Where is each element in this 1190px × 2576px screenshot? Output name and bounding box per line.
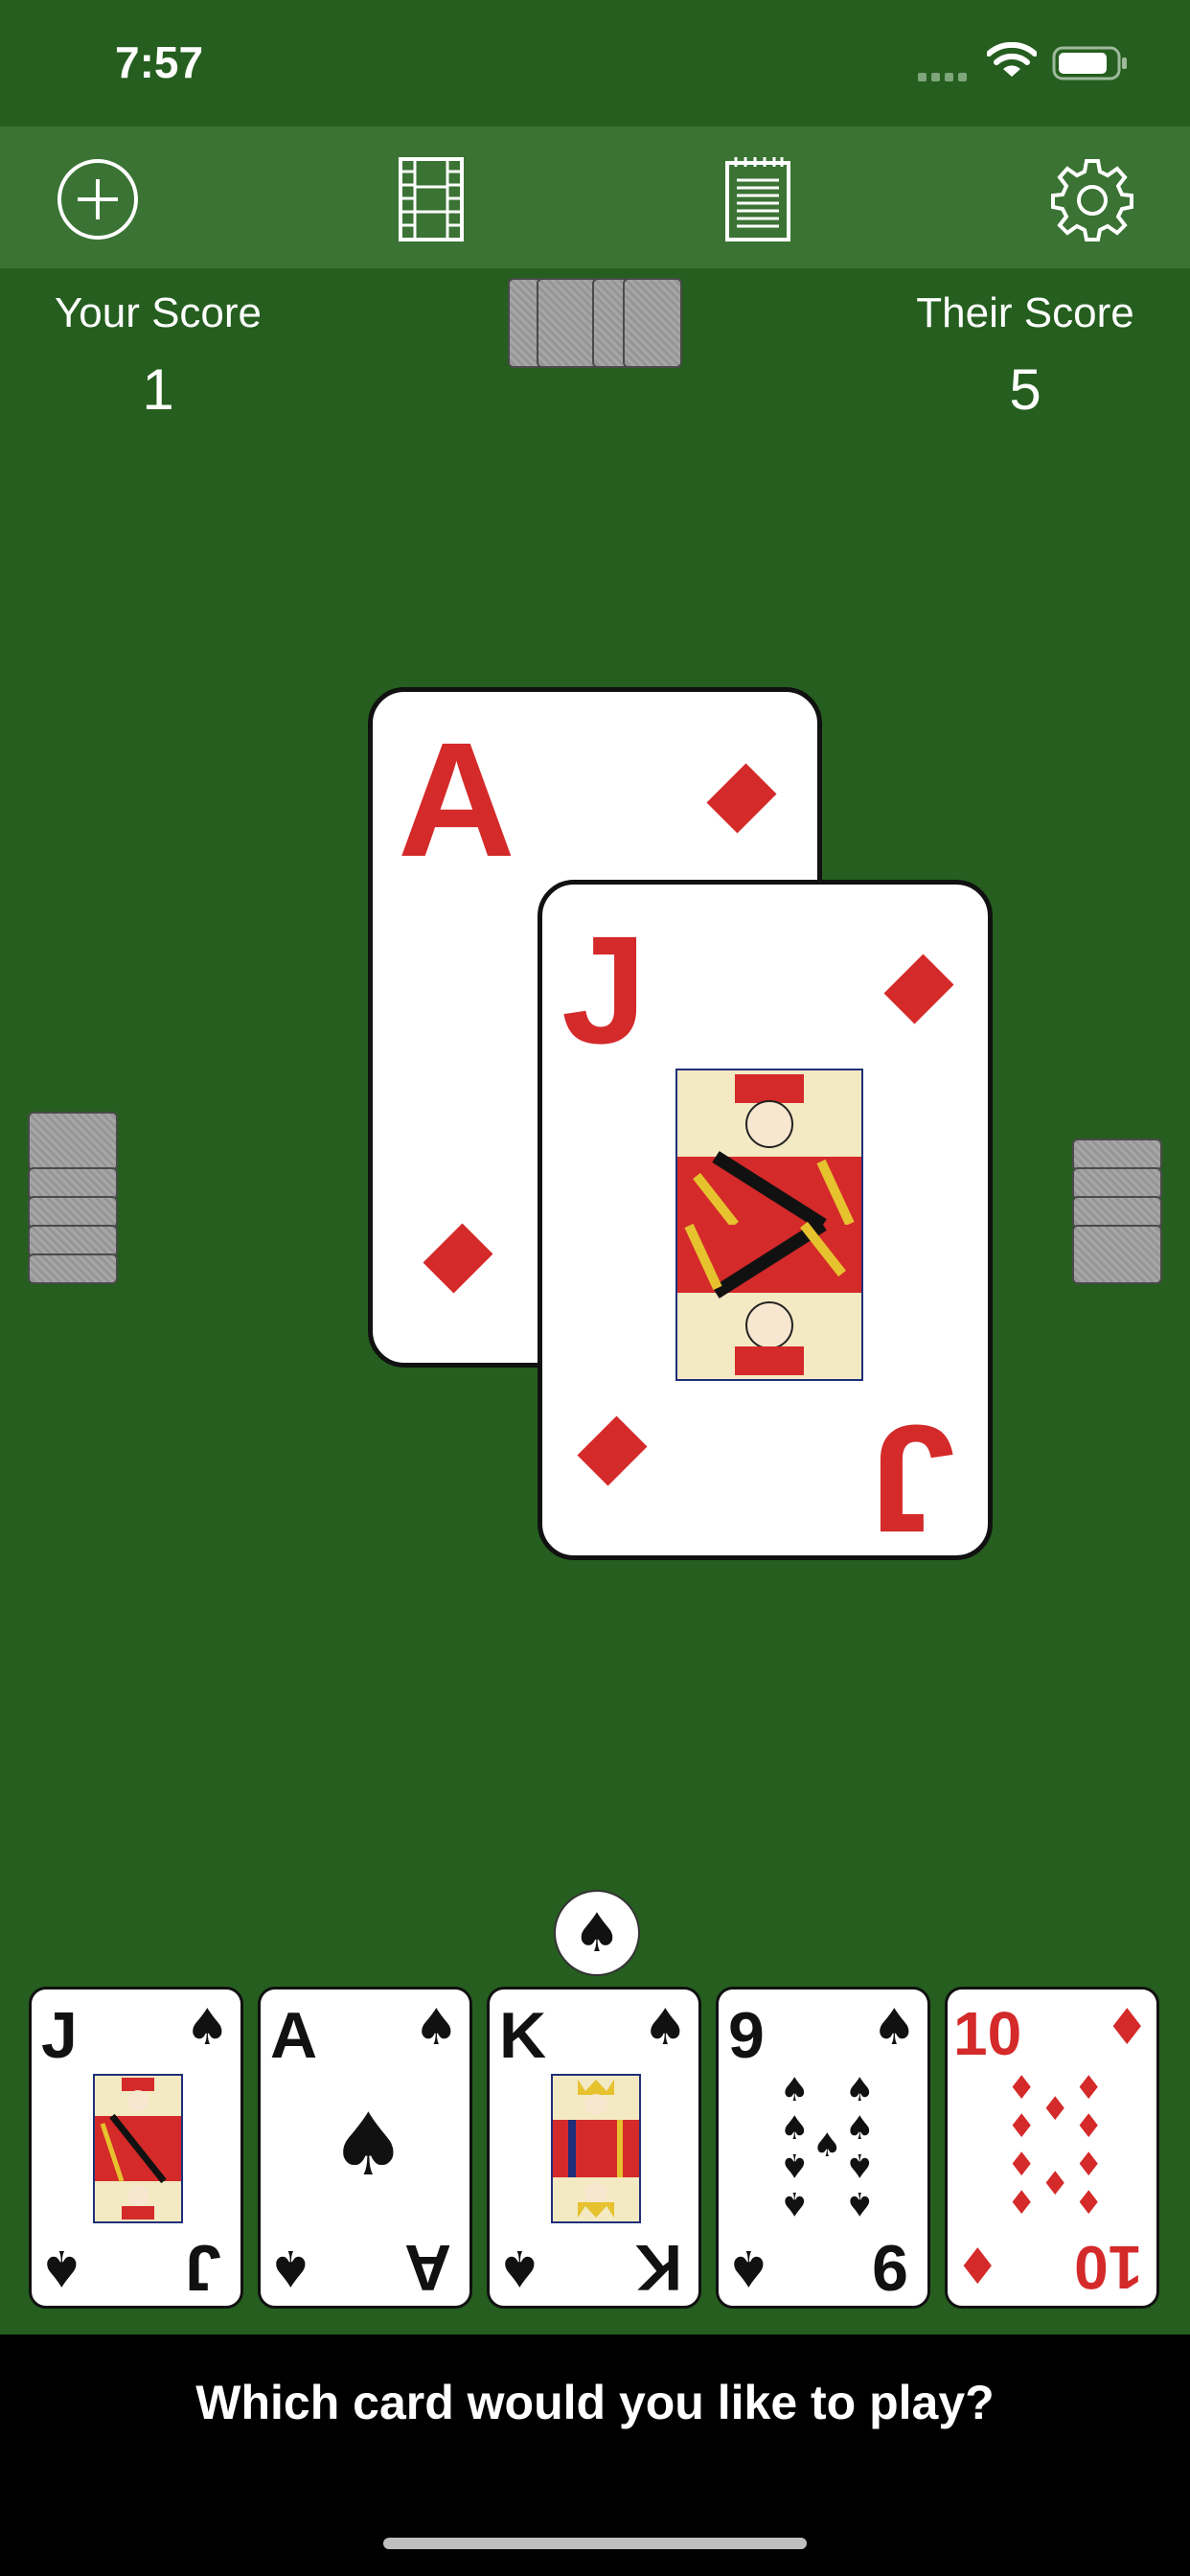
diamond-pip-icon: ♦ (1007, 2107, 1037, 2146)
toolbar (0, 126, 1190, 268)
settings-icon (1051, 159, 1133, 242)
spade-suit-icon: ♠ (414, 1999, 459, 2057)
score-sheet-button[interactable] (712, 153, 804, 245)
diamond-suit-icon (423, 1223, 493, 1294)
card-rank-inverted: K (635, 2231, 683, 2304)
diamond-suit-icon (883, 954, 954, 1024)
hand-card-nine-of-spades[interactable]: 9 ♠ ♠ ♠ ♠ ♠ ♠ ♠ ♠ ♠ ♠ ♠ 9 (716, 1987, 930, 2309)
jack-court-art (93, 2074, 183, 2223)
spade-pip-icon: ♠ (812, 2127, 842, 2165)
your-score-label: Your Score (54, 289, 263, 336)
hand-card-king-of-spades[interactable]: K ♠ ♠ K (487, 1987, 701, 2309)
spade-pip-icon: ♠ (780, 2109, 810, 2148)
opponent-left-card-back (28, 1112, 118, 1171)
home-indicator[interactable] (383, 2538, 807, 2549)
replay-button[interactable] (385, 153, 477, 245)
status-time: 7:57 (115, 37, 204, 87)
score-sheet-icon (725, 157, 790, 242)
spade-suit-icon: ♠ (268, 2239, 313, 2296)
diamond-pip-icon: ♦ (1074, 2184, 1104, 2222)
card-rank: J (561, 904, 647, 1075)
diamond-pip-icon: ♦ (1007, 2069, 1037, 2107)
hand-card-jack-of-spades[interactable]: J ♠ ♠ J (29, 1987, 243, 2309)
card-rank: J (41, 1999, 78, 2072)
trump-suit-indicator: ♠ (554, 1890, 640, 1976)
spade-suit-icon: ♠ (726, 2239, 771, 2296)
king-court-art (551, 2074, 641, 2223)
card-rank-inverted: J (870, 1393, 955, 1565)
spade-pip-icon: ♠ (845, 2109, 875, 2148)
diamond-pip-icon: ♦ (1074, 2069, 1104, 2107)
spade-suit-icon: ♠ (497, 2239, 542, 2296)
spade-suit-icon: ♠ (39, 2239, 84, 2296)
opponent-left-card-back (28, 1167, 118, 1200)
new-game-icon (57, 159, 138, 240)
card-rank: 9 (728, 1999, 765, 2072)
opponent-left-card-back (28, 1196, 118, 1229)
their-score-label: Their Score (916, 289, 1134, 336)
opponent-right-card-back (1072, 1225, 1162, 1284)
spade-suit-icon: ♠ (872, 1999, 917, 2057)
new-game-button[interactable] (52, 153, 144, 245)
diamond-pip-icon: ♦ (1074, 2107, 1104, 2146)
spade-pip-icon: ♠ (845, 2071, 875, 2109)
opponent-right-card-back (1072, 1138, 1162, 1171)
diamond-suit-icon (577, 1415, 648, 1486)
battery-icon (1052, 45, 1129, 86)
wifi-icon (986, 41, 1038, 83)
spade-suit-icon: ♠ (643, 1999, 688, 2057)
spade-suit-icon: ♠ (185, 1999, 230, 2057)
opponent-top-card-back (623, 278, 682, 368)
card-rank: A (398, 709, 515, 891)
played-card-jack-of-diamonds: J J (538, 880, 993, 1565)
jack-court-art (675, 1069, 863, 1381)
card-rank: A (270, 1999, 318, 2072)
diamond-pip-icon: ♦ (1074, 2146, 1104, 2184)
spade-pip-icon: ♠ (780, 2071, 810, 2109)
hand-card-ten-of-diamonds[interactable]: 10 ♦ ♦ ♦ ♦ ♦ ♦ ♦ ♦ ♦ ♦ ♦ ♦ 10 (945, 1987, 1159, 2309)
spade-suit-icon: ♠ (330, 2095, 407, 2196)
card-rank-inverted: 10 (1074, 2233, 1143, 2302)
diamond-suit-icon (706, 763, 777, 834)
spade-pip-icon: ♠ (845, 2146, 875, 2184)
spade-pip-icon: ♠ (780, 2184, 810, 2222)
card-rank-inverted: A (404, 2231, 452, 2304)
opponent-left-card-back (28, 1225, 118, 1257)
spade-pip-icon: ♠ (845, 2184, 875, 2222)
diamond-pip-icon: ♦ (1041, 2090, 1070, 2128)
cellular-signal-icon (918, 69, 972, 86)
spade-pip-icon: ♠ (780, 2146, 810, 2184)
opponent-top-card-back (537, 278, 598, 368)
diamond-pip-icon: ♦ (1041, 2165, 1070, 2203)
replay-icon (399, 157, 464, 242)
opponent-right-card-back (1072, 1167, 1162, 1200)
diamond-pip-icon: ♦ (1007, 2184, 1037, 2222)
card-rank-inverted: J (185, 2231, 221, 2304)
opponent-left-card-back (28, 1254, 118, 1284)
settings-button[interactable] (1046, 153, 1138, 245)
your-score-value: 1 (142, 357, 174, 422)
hand-card-ace-of-spades[interactable]: A ♠ ♠ ♠ A (258, 1987, 472, 2309)
their-score-value: 5 (1009, 357, 1041, 422)
card-rank: 10 (953, 1999, 1022, 2068)
prompt-message: Which card would you like to play? (195, 2376, 995, 2429)
card-rank: K (499, 1999, 547, 2072)
diamond-pip-icon: ♦ (1007, 2146, 1037, 2184)
card-rank-inverted: 9 (872, 2231, 908, 2304)
diamond-suit-icon: ♦ (1105, 1999, 1150, 2057)
opponent-right-card-back (1072, 1196, 1162, 1229)
spade-suit-icon: ♠ (572, 1901, 622, 1965)
diamond-suit-icon: ♦ (955, 2239, 1000, 2296)
